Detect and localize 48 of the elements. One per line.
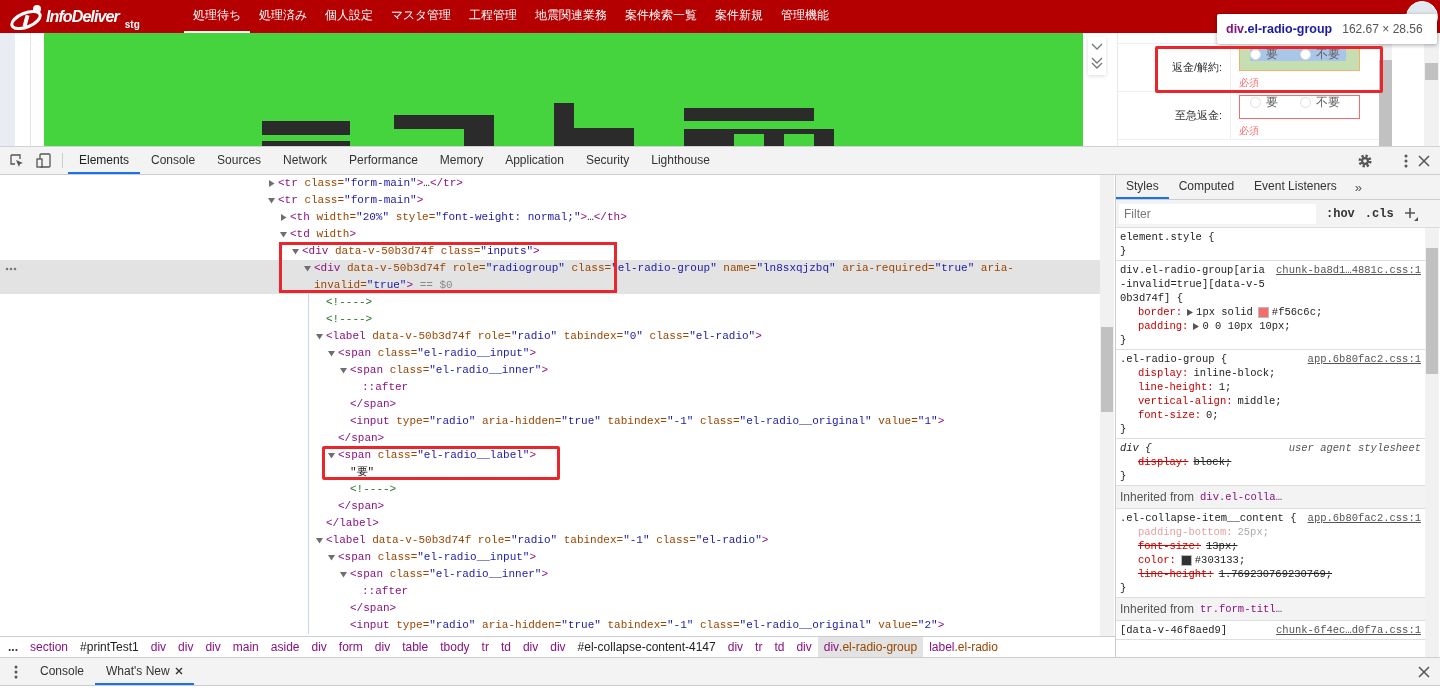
dom-node-markup: <!----> bbox=[326, 312, 373, 327]
css-selector: div.el-radio-group[aria-invalid=true][data-v-50b3d74f] { bbox=[1120, 263, 1266, 305]
element-selector: div.el-radio-group bbox=[1226, 22, 1333, 36]
dom-node-markup: ::after bbox=[362, 380, 409, 395]
dom-node-markup: <label data-v-50b3d74f role="radio" tabindex="-1" class="el-radio"> bbox=[326, 533, 769, 548]
element-size: 162.67 × 28.56 bbox=[1342, 22, 1423, 36]
closing-brace: } bbox=[1119, 581, 1128, 595]
dom-node-markup: <!----> bbox=[350, 482, 397, 497]
dom-node-markup: ::after bbox=[362, 584, 409, 599]
closing-brace: } bbox=[1119, 422, 1128, 436]
inherited-label: Inherited from bbox=[1120, 490, 1195, 504]
error-message: 必須 bbox=[1239, 77, 1259, 90]
logo-text: InfoDeliver bbox=[46, 7, 119, 26]
dom-node-markup: <th width="20%" style="font-weight: normal;">…</th> bbox=[290, 210, 627, 225]
dom-node-markup: </label> bbox=[326, 516, 379, 531]
dom-node-markup: </span> bbox=[350, 397, 397, 412]
closing-brace: } bbox=[1119, 469, 1128, 483]
css-selector: element.style { bbox=[1120, 230, 1216, 244]
tab-label: What's New bbox=[106, 663, 170, 678]
error-message: 必須 bbox=[1239, 125, 1259, 138]
dom-node-markup: <!----> bbox=[326, 295, 373, 310]
dom-node-markup: </span> bbox=[338, 431, 385, 446]
dom-node-markup: </span> bbox=[338, 499, 385, 514]
dom-node-markup: <tr class="form-main"> bbox=[278, 193, 424, 208]
tab-label: Console bbox=[40, 663, 85, 678]
closing-brace: } bbox=[1119, 244, 1128, 258]
environment-label: stg bbox=[124, 19, 140, 30]
dom-node-markup: </span> bbox=[350, 601, 397, 616]
inherited-label: Inherited from bbox=[1120, 602, 1195, 616]
dom-node-markup: <tr class="form-main">…</tr> bbox=[278, 176, 463, 191]
dom-node-markup: <input type="radio" aria-hidden="true" tabindex="-1" class="el-radio__original" value="1"> bbox=[350, 414, 945, 429]
css-selector: [data-v-46f8aed9] bbox=[1120, 623, 1229, 637]
dom-node-markup: <span class="el-radio__inner"> bbox=[350, 363, 549, 378]
dom-node-markup: <td width> bbox=[290, 227, 357, 242]
form-label: 至急返金: bbox=[1118, 92, 1231, 139]
dom-node-markup: <span class="el-radio__inner"> bbox=[350, 567, 549, 582]
dom-node-markup: "要" bbox=[350, 465, 375, 480]
dom-node-markup: <span class="el-radio__input"> bbox=[338, 346, 537, 361]
dom-node-markup: <div data-v-50b3d74f class="inputs"> bbox=[302, 244, 540, 259]
css-selector: .el-collapse-item__content { bbox=[1120, 511, 1298, 525]
dom-node-markup: <label data-v-50b3d74f role="radio" tabindex="0" class="el-radio"> bbox=[326, 329, 762, 344]
css-selector: .el-radio-group { bbox=[1120, 352, 1229, 366]
dom-node-markup: <input type="radio" aria-hidden="true" tabindex="-1" class="el-radio__original" value="2"> bbox=[350, 618, 945, 633]
dom-node-markup: <span class="el-radio__input"> bbox=[338, 550, 537, 565]
closing-brace: } bbox=[1119, 333, 1128, 347]
css-selector: div { bbox=[1120, 441, 1153, 455]
stylesheet-origin: user agent stylesheet bbox=[1288, 441, 1421, 455]
dom-node-markup: <span class="el-radio__label"> bbox=[338, 448, 537, 463]
